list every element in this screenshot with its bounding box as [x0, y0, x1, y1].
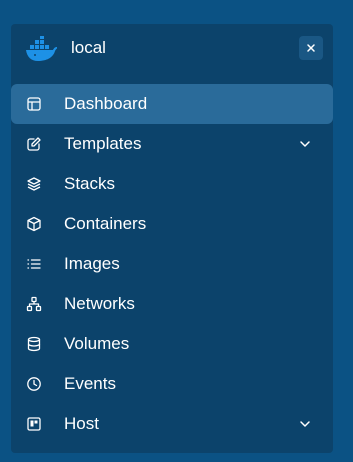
layout-icon: [26, 96, 42, 112]
sidebar-nav: Dashboard Templates Stacks Containers Im…: [11, 84, 333, 444]
network-icon: [26, 296, 42, 312]
layers-icon: [26, 176, 42, 192]
sidebar-panel: local Dashboard Templates Stacks Contain…: [11, 24, 333, 453]
environment-header: local: [11, 24, 333, 74]
list-icon: [26, 256, 42, 272]
board-icon: [26, 416, 42, 432]
sidebar-item-events[interactable]: Events: [11, 364, 333, 404]
chevron-down-icon[interactable]: [298, 417, 312, 431]
sidebar-item-label: Networks: [64, 294, 135, 313]
sidebar-item-volumes[interactable]: Volumes: [11, 324, 333, 364]
sidebar-item-label: Templates: [64, 134, 142, 153]
sidebar-item-dashboard[interactable]: Dashboard: [11, 84, 333, 124]
sidebar-item-label: Host: [64, 414, 99, 433]
close-button[interactable]: [299, 36, 323, 60]
chevron-down-icon[interactable]: [298, 137, 312, 151]
sidebar-item-images[interactable]: Images: [11, 244, 333, 284]
database-icon: [26, 336, 42, 352]
sidebar-item-stacks[interactable]: Stacks: [11, 164, 333, 204]
sidebar-item-host[interactable]: Host: [11, 404, 333, 444]
clock-icon: [26, 376, 42, 392]
sidebar-item-networks[interactable]: Networks: [11, 284, 333, 324]
sidebar-item-label: Stacks: [64, 174, 116, 193]
close-icon: [307, 44, 315, 52]
sidebar-item-containers[interactable]: Containers: [11, 204, 333, 244]
sidebar-item-label: Images: [64, 254, 120, 273]
sidebar-item-label: Dashboard: [64, 94, 148, 113]
edit-icon: [26, 136, 42, 152]
sidebar-item-label: Events: [64, 374, 116, 393]
sidebar-item-templates[interactable]: Templates: [11, 124, 333, 164]
sidebar-item-label: Volumes: [64, 334, 130, 353]
box-icon: [26, 216, 42, 232]
docker-whale-icon: [26, 36, 58, 62]
environment-name: local: [71, 38, 106, 57]
sidebar-item-label: Containers: [64, 214, 147, 233]
